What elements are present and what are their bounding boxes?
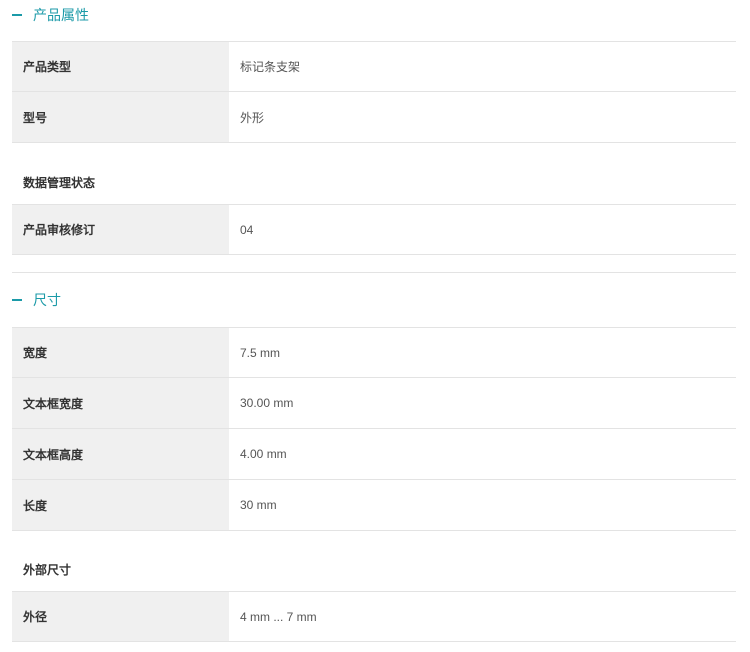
row-label: 产品类型 xyxy=(12,42,229,91)
section-title-product-properties: 产品属性 xyxy=(33,7,89,23)
row-label: 宽度 xyxy=(12,328,229,377)
row-value: 04 xyxy=(229,205,736,254)
section-divider xyxy=(12,272,736,273)
dimensions-table: 宽度 7.5 mm 文本框宽度 30.00 mm 文本框高度 4.00 mm 长… xyxy=(12,327,736,531)
collapse-minus-icon[interactable] xyxy=(12,299,22,301)
table-row: 型号 外形 xyxy=(12,92,736,143)
table-row: 产品审核修订 04 xyxy=(12,204,736,255)
table-row: 文本框高度 4.00 mm xyxy=(12,429,736,480)
row-value: 30.00 mm xyxy=(229,378,736,428)
row-label: 型号 xyxy=(12,92,229,142)
row-value: 4.00 mm xyxy=(229,429,736,479)
row-label: 文本框高度 xyxy=(12,429,229,479)
table-row: 产品类型 标记条支架 xyxy=(12,41,736,92)
table-row: 外径 4 mm ... 7 mm xyxy=(12,591,736,642)
data-management-table: 产品审核修订 04 xyxy=(12,204,736,255)
section-header-product-properties[interactable]: 产品属性 xyxy=(12,0,89,30)
row-label: 长度 xyxy=(12,480,229,530)
section-header-dimensions[interactable]: 尺寸 xyxy=(12,285,61,315)
table-row: 长度 30 mm xyxy=(12,480,736,531)
row-label: 产品审核修订 xyxy=(12,205,229,254)
row-value: 外形 xyxy=(229,92,736,142)
row-label: 文本框宽度 xyxy=(12,378,229,428)
table-row: 宽度 7.5 mm xyxy=(12,327,736,378)
product-properties-table: 产品类型 标记条支架 型号 外形 xyxy=(12,41,736,143)
row-value: 7.5 mm xyxy=(229,328,736,377)
row-value: 标记条支架 xyxy=(229,42,736,91)
table-row: 文本框宽度 30.00 mm xyxy=(12,378,736,429)
row-label: 外径 xyxy=(12,592,229,641)
subheading-data-management: 数据管理状态 xyxy=(23,175,96,190)
collapse-minus-icon[interactable] xyxy=(12,14,22,16)
section-title-dimensions: 尺寸 xyxy=(33,292,61,308)
subheading-outer-dimensions: 外部尺寸 xyxy=(23,562,72,577)
row-value: 4 mm ... 7 mm xyxy=(229,592,736,641)
row-value: 30 mm xyxy=(229,480,736,530)
outer-dimensions-table: 外径 4 mm ... 7 mm xyxy=(12,591,736,642)
